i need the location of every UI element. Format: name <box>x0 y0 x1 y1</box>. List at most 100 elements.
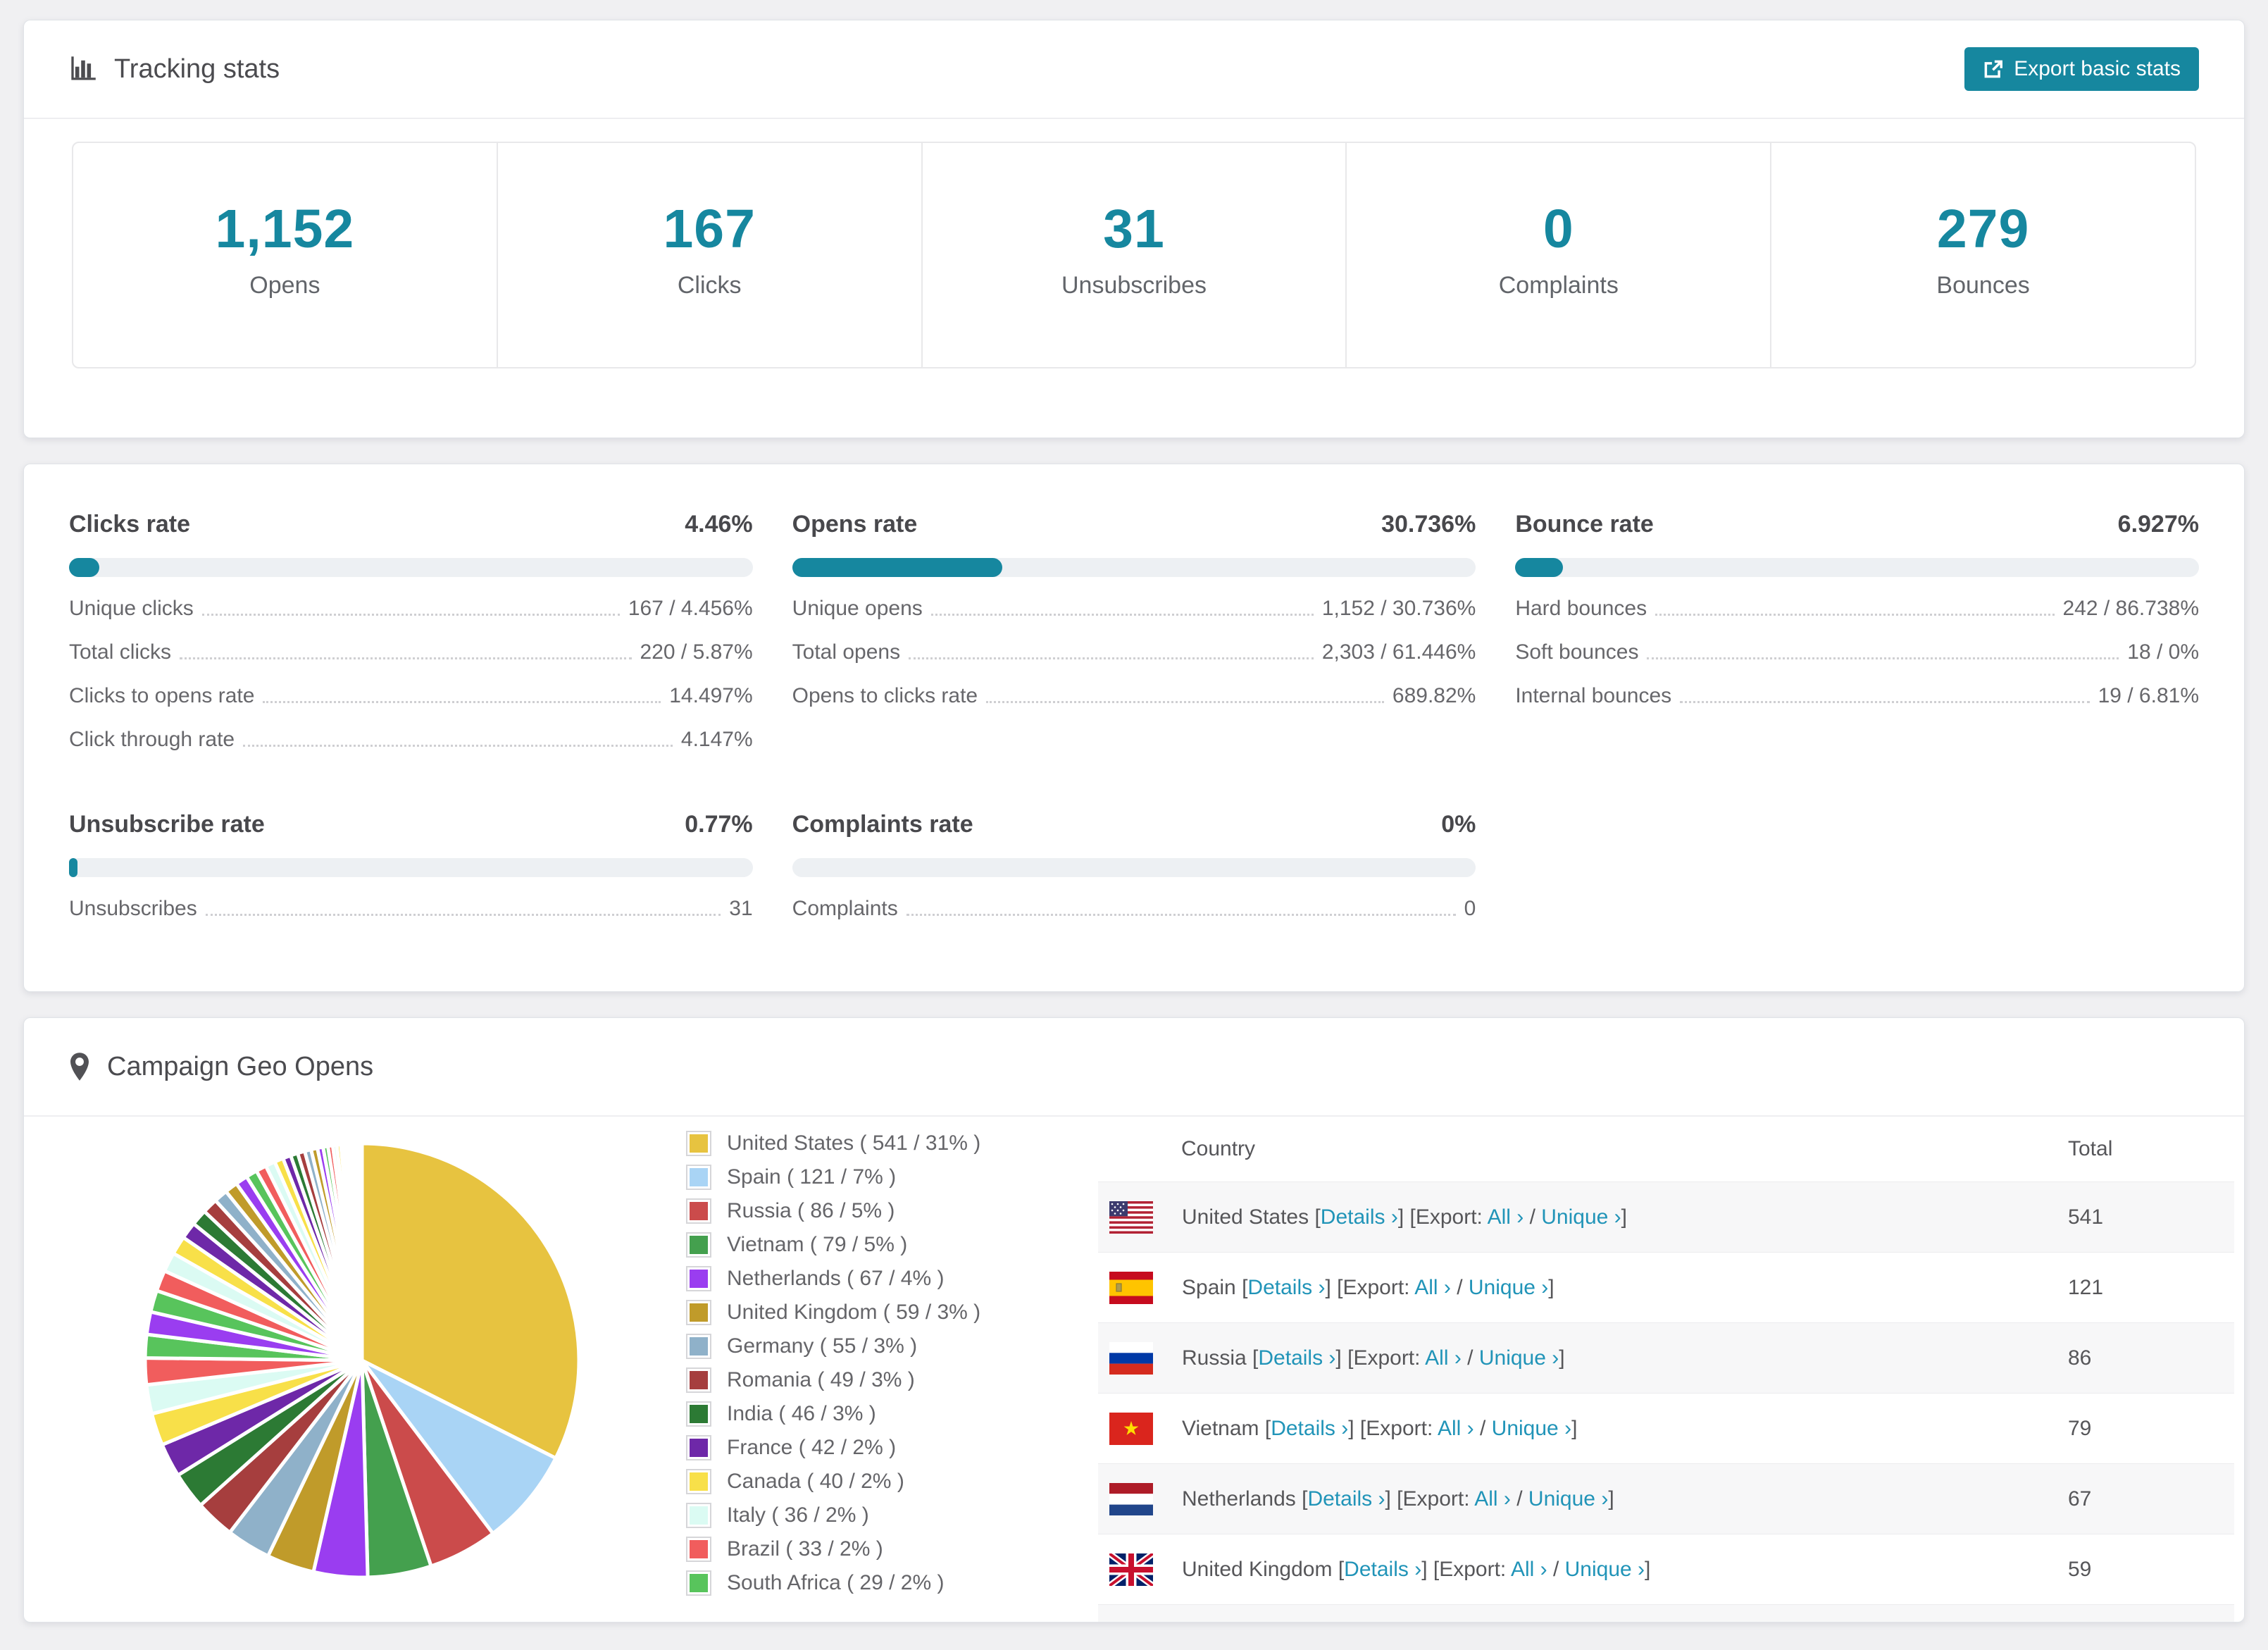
geo-table: Country Total United States [Details ›] … <box>1098 1117 2234 1622</box>
rate-section: Clicks rate 4.46% Unique clicks 167 / 4.… <box>69 511 753 752</box>
detail-label: Hard bounces <box>1515 597 1647 620</box>
stat-label: Clicks <box>677 272 742 299</box>
legend-item[interactable]: United States ( 541 / 31% ) <box>686 1131 1098 1156</box>
details-link[interactable]: Details › <box>1258 1346 1335 1370</box>
export-all-link[interactable]: All › <box>1438 1417 1474 1440</box>
details-link[interactable]: Details › <box>1247 1276 1325 1299</box>
export-all-link[interactable]: All › <box>1425 1346 1462 1370</box>
export-all-link[interactable]: All › <box>1414 1276 1451 1299</box>
legend-swatch <box>687 1267 710 1290</box>
country-flag-icon <box>1109 1553 1153 1586</box>
detail-value: 0 <box>1464 897 1476 920</box>
export-basic-stats-button[interactable]: Export basic stats <box>1964 47 2199 91</box>
rate-title: Complaints rate <box>792 811 973 838</box>
rate-detail-row: Opens to clicks rate 689.82% <box>792 684 1476 708</box>
legend-swatch <box>687 1200 710 1222</box>
rate-detail-row: Unique opens 1,152 / 30.736% <box>792 597 1476 621</box>
tracking-stats-body: 1,152 Opens 167 Clicks 31 Unsubscribes 0… <box>24 119 2244 438</box>
rate-header: Clicks rate 4.46% <box>69 511 753 538</box>
dotted-leader <box>930 614 1314 616</box>
detail-label: Soft bounces <box>1515 640 1639 664</box>
legend-item[interactable]: India ( 46 / 3% ) <box>686 1401 1098 1427</box>
legend-item[interactable]: Netherlands ( 67 / 4% ) <box>686 1266 1098 1291</box>
rate-detail-row: Total opens 2,303 / 61.446% <box>792 640 1476 664</box>
rate-detail-rows: Complaints 0 <box>792 897 1476 921</box>
detail-label: Clicks to opens rate <box>69 684 255 707</box>
legend-swatch <box>687 1132 710 1155</box>
legend-item[interactable]: South Africa ( 29 / 2% ) <box>686 1570 1098 1596</box>
rate-detail-row: Click through rate 4.147% <box>69 728 753 752</box>
stat-value: 1,152 <box>215 199 355 259</box>
country-name: United Kingdom <box>1182 1557 1333 1581</box>
export-unique-link[interactable]: Unique › <box>1492 1417 1571 1440</box>
legend-item[interactable]: Vietnam ( 79 / 5% ) <box>686 1232 1098 1258</box>
rate-value: 30.736% <box>1381 511 1476 538</box>
legend-item[interactable]: Russia ( 86 / 5% ) <box>686 1198 1098 1224</box>
rate-section: Unsubscribe rate 0.77% Unsubscribes 31 <box>69 811 753 921</box>
legend-item[interactable]: Spain ( 121 / 7% ) <box>686 1165 1098 1190</box>
stat-value: 31 <box>1103 199 1165 259</box>
rate-section: Bounce rate 6.927% Hard bounces 242 / 86… <box>1515 511 2199 752</box>
legend-item[interactable]: United Kingdom ( 59 / 3% ) <box>686 1300 1098 1325</box>
summary-stat-box: 1,152 Opens <box>73 143 497 367</box>
page-title: Tracking stats <box>69 54 280 85</box>
country-total: 67 <box>2067 1463 2234 1534</box>
export-icon <box>1983 58 2004 80</box>
country-cell-text: Netherlands [Details ›] [Export: All › /… <box>1182 1487 1614 1511</box>
legend-item[interactable]: Romania ( 49 / 3% ) <box>686 1367 1098 1393</box>
rate-value: 0% <box>1441 811 1476 838</box>
country-total: 79 <box>2067 1393 2234 1464</box>
geo-table-row: Spain [Details ›] [Export: All › / Uniqu… <box>1098 1252 2234 1323</box>
detail-value: 14.497% <box>669 684 753 707</box>
pie-slice[interactable] <box>359 1141 364 1363</box>
summary-stat-box: 0 Complaints <box>1345 143 1770 367</box>
legend-label: India ( 46 / 3% ) <box>727 1402 876 1425</box>
legend-swatch <box>687 1403 710 1425</box>
rate-progress-bar <box>792 558 1476 577</box>
rate-header: Bounce rate 6.927% <box>1515 511 2199 538</box>
rate-detail-rows: Hard bounces 242 / 86.738% Soft bounces … <box>1515 597 2199 708</box>
stat-value: 167 <box>663 199 756 259</box>
rate-progress-fill <box>792 558 1002 577</box>
legend-item[interactable]: France ( 42 / 2% ) <box>686 1435 1098 1460</box>
rate-detail-rows: Unsubscribes 31 <box>69 897 753 921</box>
export-all-link[interactable]: All › <box>1511 1558 1547 1581</box>
details-link[interactable]: Details › <box>1307 1487 1385 1511</box>
legend-item[interactable]: Germany ( 55 / 3% ) <box>686 1334 1098 1359</box>
rate-title: Clicks rate <box>69 511 190 538</box>
export-unique-link[interactable]: Unique › <box>1469 1276 1548 1299</box>
rate-value: 6.927% <box>2117 511 2199 538</box>
legend-swatch <box>687 1234 710 1256</box>
details-link[interactable]: Details › <box>1321 1205 1398 1229</box>
details-link[interactable]: Details › <box>1271 1417 1348 1440</box>
export-unique-link[interactable]: Unique › <box>1565 1558 1645 1581</box>
rate-progress-fill <box>69 558 100 577</box>
legend-item[interactable]: Italy ( 36 / 2% ) <box>686 1503 1098 1528</box>
geo-table-row: Russia [Details ›] [Export: All › / Uniq… <box>1098 1322 2234 1394</box>
country-name: Vietnam <box>1182 1416 1259 1440</box>
detail-label: Click through rate <box>69 728 235 751</box>
detail-value: 167 / 4.456% <box>628 597 753 620</box>
geo-pie-chart[interactable] <box>130 1128 594 1593</box>
geo-table-row: Vietnam [Details ›] [Export: All › / Uni… <box>1098 1393 2234 1464</box>
rate-progress-fill <box>1515 558 1563 577</box>
export-unique-link[interactable]: Unique › <box>1479 1346 1559 1370</box>
details-link[interactable]: Details › <box>1344 1558 1421 1581</box>
rate-detail-row: Complaints 0 <box>792 897 1476 921</box>
pie-legend: United States ( 541 / 31% ) Spain ( 121 … <box>686 1131 1098 1622</box>
detail-label: Unsubscribes <box>69 897 197 920</box>
rate-progress-bar <box>69 558 753 577</box>
legend-label: Russia ( 86 / 5% ) <box>727 1199 895 1222</box>
detail-value: 1,152 / 30.736% <box>1321 597 1476 620</box>
legend-item[interactable]: Brazil ( 33 / 2% ) <box>686 1537 1098 1562</box>
export-all-link[interactable]: All › <box>1488 1205 1524 1229</box>
export-all-link[interactable]: All › <box>1474 1487 1511 1511</box>
export-unique-link[interactable]: Unique › <box>1541 1205 1621 1229</box>
rate-detail-row: Hard bounces 242 / 86.738% <box>1515 597 2199 621</box>
tracking-stats-header: Tracking stats Export basic stats <box>24 20 2244 119</box>
country-cell-text: United Kingdom [Details ›] [Export: All … <box>1182 1557 1651 1581</box>
legend-swatch <box>687 1504 710 1527</box>
legend-label: United Kingdom ( 59 / 3% ) <box>727 1301 981 1324</box>
export-unique-link[interactable]: Unique › <box>1528 1487 1608 1511</box>
legend-item[interactable]: Canada ( 40 / 2% ) <box>686 1469 1098 1494</box>
